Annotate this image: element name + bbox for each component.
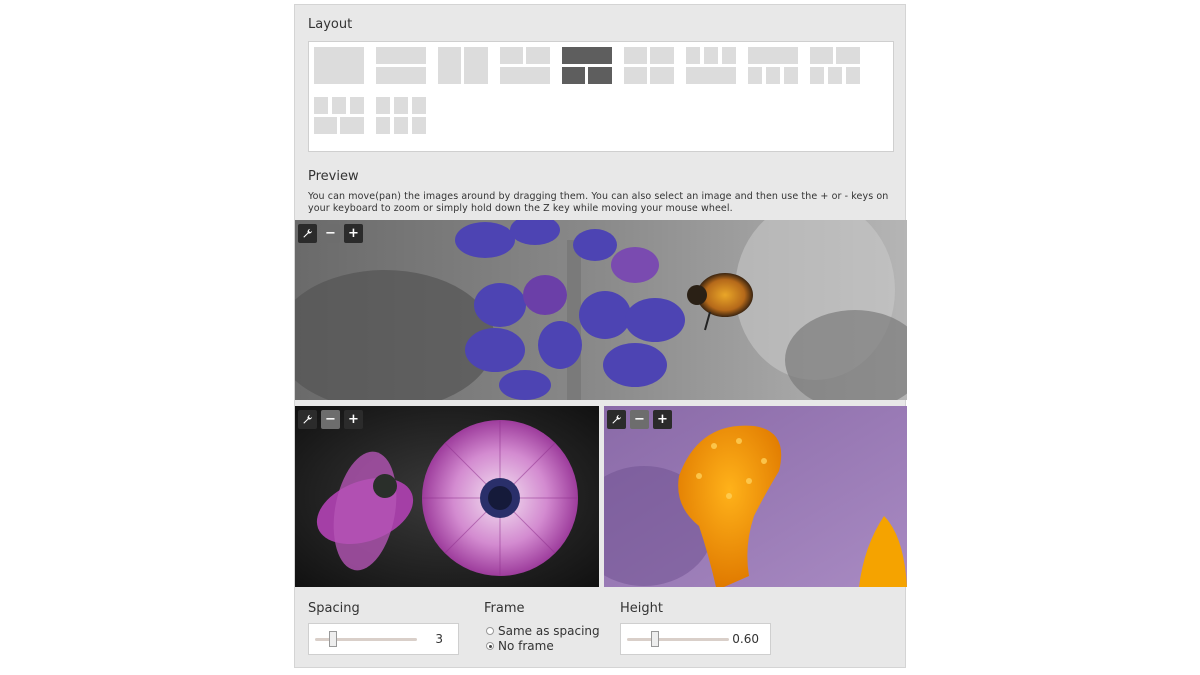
layout-option-three-top-two-bottom[interactable] [314,97,364,134]
layout-option-grid-3x2[interactable] [376,97,426,134]
preview-image-daisies[interactable]: − + [295,406,599,587]
height-slider-track[interactable] [627,638,729,641]
wrench-icon[interactable] [298,410,317,429]
preview-title: Preview [308,169,359,184]
layout-option-two-rows[interactable] [376,47,426,84]
layout-option-one-top-three-bottom[interactable] [748,47,798,84]
zoom-out-button[interactable]: − [321,410,340,429]
frame-option-label: No frame [498,639,554,653]
layout-option-single[interactable] [314,47,364,84]
height-value: 0.60 [732,632,759,646]
height-control: 0.60 [620,623,771,655]
zoom-in-button[interactable]: + [344,224,363,243]
wrench-icon[interactable] [607,410,626,429]
radio-selected-icon[interactable] [486,642,494,650]
layout-option-two-top-three-bottom[interactable] [810,47,860,84]
spacing-slider-thumb[interactable] [329,631,337,647]
layout-option-three-top-one-bottom[interactable] [686,47,736,84]
image-toolbar: − + [607,410,672,429]
spacing-control: 3 [308,623,459,655]
layout-option-two-cols[interactable] [438,47,488,84]
frame-option-same-as-spacing[interactable]: Same as spacing [486,624,600,638]
frame-option-label: Same as spacing [498,624,600,638]
height-slider-thumb[interactable] [651,631,659,647]
zoom-out-button[interactable]: − [321,224,340,243]
preview-help-text: You can move(pan) the images around by d… [308,191,889,214]
wrench-icon[interactable] [298,224,317,243]
layout-picker [308,41,894,152]
frame-option-no-frame[interactable]: No frame [486,639,554,653]
layout-title: Layout [308,17,353,32]
layout-option-grid-2x2[interactable] [624,47,674,84]
zoom-in-button[interactable]: + [344,410,363,429]
spacing-value: 3 [435,632,443,646]
height-label: Height [620,601,663,616]
preview-image-lupine-bee[interactable]: − + [295,220,907,400]
layout-option-two-top-one-bottom[interactable] [500,47,550,84]
lupine-bee-photo [295,220,907,400]
collage-editor-panel: Layout Preview You can move(pan) the ima… [294,4,907,668]
radio-icon[interactable] [486,627,494,635]
layout-option-one-top-two-bottom[interactable] [562,47,612,84]
spacing-label: Spacing [308,601,360,616]
frame-label: Frame [484,601,525,616]
daisies-photo [295,406,599,587]
zoom-in-button[interactable]: + [653,410,672,429]
crocus-photo [604,406,907,587]
zoom-out-button[interactable]: − [630,410,649,429]
image-toolbar: − + [298,224,363,243]
image-toolbar: − + [298,410,363,429]
preview-image-crocus[interactable]: − + [604,406,907,587]
